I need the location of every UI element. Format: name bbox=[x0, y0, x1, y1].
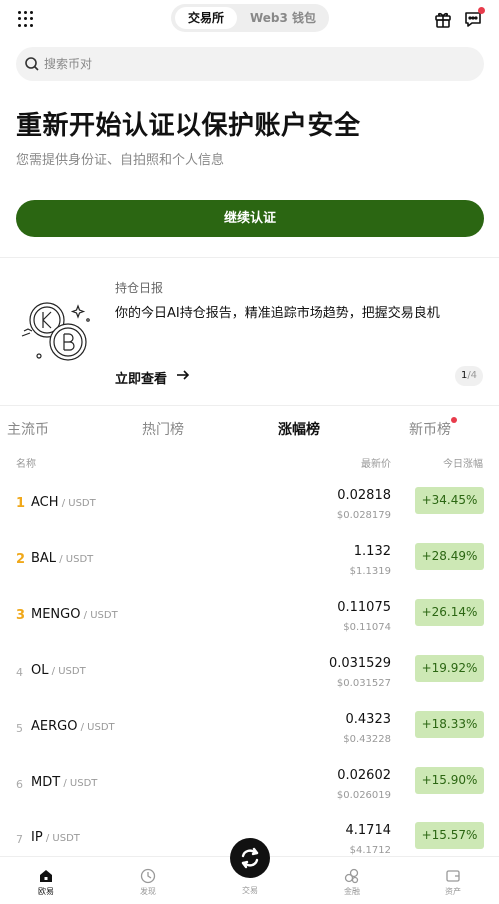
wallet-icon bbox=[446, 870, 460, 882]
daily-report-text: 你的今日AI持仓报告，精准追踪市场趋势，把握交易良机 bbox=[115, 306, 440, 321]
tab-mainstream[interactable]: 主流币 bbox=[7, 419, 49, 439]
verify-title: 重新开始认证以保护账户安全 bbox=[16, 111, 361, 141]
nav-okx[interactable]: 欧易 bbox=[16, 857, 76, 897]
symbol: ACH / USDT bbox=[31, 495, 96, 510]
last-price: 0.11075 bbox=[337, 600, 391, 615]
search-bar[interactable] bbox=[16, 47, 484, 81]
symbol: AERGO / USDT bbox=[31, 719, 115, 734]
notification-badge bbox=[478, 7, 485, 14]
divider bbox=[0, 405, 499, 406]
table-row[interactable]: 4 OL / USDT 0.031529 $0.031527 +19.92% bbox=[0, 655, 499, 711]
tab-web3-wallet[interactable]: Web3 钱包 bbox=[243, 7, 323, 29]
symbol: OL / USDT bbox=[31, 663, 86, 678]
last-price: 0.4323 bbox=[345, 712, 392, 727]
usd-price: $0.031527 bbox=[336, 678, 391, 689]
change-badge: +15.57% bbox=[415, 822, 484, 849]
last-price: 0.02602 bbox=[337, 768, 391, 783]
nav-discover[interactable]: 发现 bbox=[118, 857, 178, 897]
table-row[interactable]: 5 AERGO / USDT 0.4323 $0.43228 +18.33% bbox=[0, 711, 499, 767]
change-badge: +28.49% bbox=[415, 543, 484, 570]
rank: 5 bbox=[16, 722, 23, 735]
view-now-link[interactable]: 立即查看 bbox=[115, 368, 167, 387]
nav-trade-label: 交易 bbox=[242, 886, 258, 895]
discover-icon bbox=[140, 868, 156, 884]
change-badge: +19.92% bbox=[415, 655, 484, 682]
nav-assets[interactable]: 资产 bbox=[423, 857, 483, 897]
trade-button[interactable] bbox=[230, 838, 270, 878]
search-icon bbox=[25, 57, 39, 71]
usd-price: $0.11074 bbox=[343, 622, 391, 633]
top-header: 交易所 Web3 钱包 bbox=[0, 0, 499, 38]
continue-verification-button[interactable]: 继续认证 bbox=[16, 200, 484, 237]
new-badge bbox=[451, 417, 457, 423]
table-row[interactable]: 6 MDT / USDT 0.02602 $0.026019 +15.90% bbox=[0, 767, 499, 823]
tab-gainers[interactable]: 涨幅榜 bbox=[278, 419, 320, 439]
usd-price: $0.028179 bbox=[336, 510, 391, 521]
table-row[interactable]: 3 MENGO / USDT 0.11075 $0.11074 +26.14% bbox=[0, 599, 499, 655]
gift-icon[interactable] bbox=[433, 9, 453, 29]
daily-report-label: 持仓日报 bbox=[115, 281, 164, 295]
verify-subtitle: 您需提供身份证、自拍照和个人信息 bbox=[16, 153, 225, 168]
arrow-right-icon[interactable] bbox=[176, 368, 190, 382]
header-name: 名称 bbox=[16, 459, 36, 470]
change-badge: +18.33% bbox=[415, 711, 484, 738]
symbol: MENGO / USDT bbox=[31, 607, 118, 622]
symbol: BAL / USDT bbox=[31, 551, 94, 566]
rank: 7 bbox=[16, 833, 23, 846]
nav-label: 资产 bbox=[445, 887, 461, 896]
header-price: 最新价 bbox=[361, 459, 391, 470]
tab-hot[interactable]: 热门榜 bbox=[142, 419, 184, 439]
finance-icon bbox=[344, 868, 359, 884]
usd-price: $0.026019 bbox=[336, 790, 391, 801]
nav-label: 欧易 bbox=[38, 887, 54, 896]
last-price: 4.1714 bbox=[345, 823, 392, 838]
nav-label: 发现 bbox=[140, 887, 156, 896]
nav-label: 金融 bbox=[344, 887, 360, 896]
last-price: 1.132 bbox=[353, 544, 391, 559]
coins-illustration-icon bbox=[21, 302, 90, 361]
symbol: IP / USDT bbox=[31, 830, 80, 845]
mode-switcher: 交易所 Web3 钱包 bbox=[171, 4, 329, 32]
rank: 3 bbox=[16, 608, 26, 623]
usd-price: $0.43228 bbox=[343, 734, 391, 745]
usd-price: $4.1712 bbox=[349, 845, 391, 856]
usd-price: $1.1319 bbox=[349, 566, 391, 577]
tab-exchange[interactable]: 交易所 bbox=[175, 7, 237, 29]
rank: 6 bbox=[16, 778, 23, 791]
home-icon bbox=[40, 870, 52, 882]
nav-finance[interactable]: 金融 bbox=[322, 857, 382, 897]
swap-icon bbox=[241, 847, 259, 869]
page-total: /4 bbox=[467, 370, 478, 381]
change-badge: +15.90% bbox=[415, 767, 484, 794]
header-change: 今日涨幅 bbox=[443, 459, 483, 470]
page-indicator: 1/4 bbox=[455, 366, 483, 386]
last-price: 0.031529 bbox=[328, 656, 391, 671]
divider bbox=[0, 257, 499, 258]
tab-new-coins[interactable]: 新币榜 bbox=[409, 419, 451, 439]
grid-menu-icon[interactable] bbox=[18, 11, 34, 27]
table-row[interactable]: 2 BAL / USDT 1.132 $1.1319 +28.49% bbox=[0, 543, 499, 599]
rank: 4 bbox=[16, 666, 23, 679]
change-badge: +26.14% bbox=[415, 599, 484, 626]
change-badge: +34.45% bbox=[415, 487, 484, 514]
rank: 1 bbox=[16, 496, 26, 511]
rank: 2 bbox=[16, 552, 26, 567]
search-input[interactable] bbox=[44, 47, 444, 81]
last-price: 0.02818 bbox=[337, 488, 391, 503]
table-row[interactable]: 1 ACH / USDT 0.02818 $0.028179 +34.45% bbox=[0, 487, 499, 543]
symbol: MDT / USDT bbox=[31, 775, 98, 790]
